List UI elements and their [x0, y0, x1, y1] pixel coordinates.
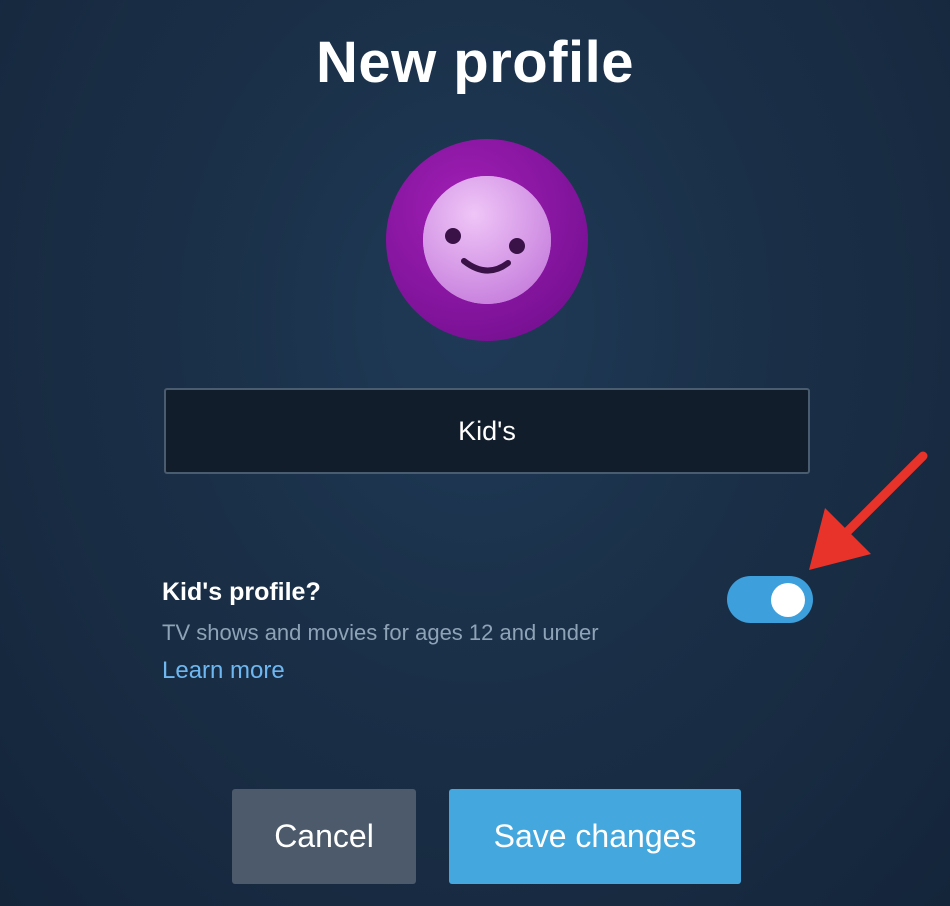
- save-changes-button[interactable]: Save changes: [449, 789, 741, 884]
- learn-more-link[interactable]: Learn more: [162, 657, 285, 685]
- red-arrow-annotation-icon: [809, 451, 928, 570]
- kids-profile-description: TV shows and movies for ages 12 and unde…: [162, 620, 599, 645]
- kids-profile-toggle[interactable]: [727, 576, 813, 623]
- smiley-face-icon: [423, 176, 551, 304]
- profile-avatar[interactable]: [386, 139, 588, 341]
- page-title: New profile: [315, 30, 635, 95]
- cancel-button[interactable]: Cancel: [232, 789, 416, 884]
- profile-name-input[interactable]: [164, 388, 810, 474]
- kids-profile-label: Kid's profile?: [162, 578, 321, 606]
- toggle-knob: [771, 583, 805, 617]
